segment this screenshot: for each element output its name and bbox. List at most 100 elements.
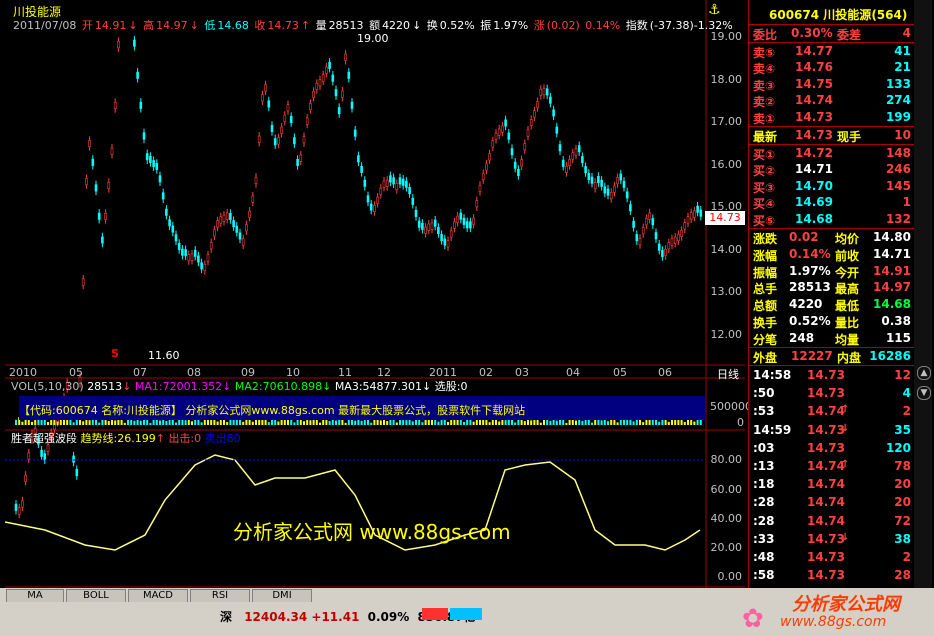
stat-row: 涨幅 0.14% 前收 14.71 <box>751 247 913 263</box>
info-chg: (0.02) <box>546 19 580 32</box>
time-axis-label: 06 <box>658 366 672 379</box>
sell-label: 卖① <box>753 111 776 126</box>
indicator-axis-label: 40.00 <box>710 512 743 525</box>
candle-body <box>296 158 299 166</box>
candle-body <box>158 175 162 183</box>
tick-time: :33 <box>753 531 775 546</box>
stat-value: 1.97% <box>789 263 831 278</box>
volume-bar <box>514 422 517 425</box>
candle-body <box>587 173 591 181</box>
candle-body <box>565 165 568 173</box>
candle-body <box>552 109 555 117</box>
candle-body <box>251 195 255 203</box>
down-arrow-icon: ↓ <box>222 380 232 393</box>
buy-order-row: 买③ 14.70 145 <box>751 179 913 195</box>
candle-body <box>638 238 642 246</box>
candle-body <box>600 179 603 187</box>
candle-body <box>629 204 632 212</box>
buy-label: 买② <box>753 164 776 179</box>
volume-bar <box>200 422 203 425</box>
volume-bar <box>56 421 59 425</box>
buy-volume: 132 <box>885 211 911 226</box>
volume-bar <box>267 422 270 425</box>
candle-body <box>219 216 223 224</box>
sell-price: 14.77 <box>795 44 833 58</box>
candle-body <box>305 117 309 125</box>
indicator-name: 胜者超强波段 <box>11 432 77 445</box>
anchor-icon[interactable]: ⚓ <box>708 2 721 18</box>
candle-body <box>152 160 155 168</box>
volume-bar <box>463 421 465 425</box>
stat-value: 0.38 <box>881 314 911 328</box>
candle-body <box>350 101 354 109</box>
buy-label: 买① <box>753 148 776 162</box>
candle-body <box>165 208 168 216</box>
candle-body <box>414 209 418 217</box>
sell-label: 卖② <box>753 95 776 110</box>
volume-bar <box>693 421 696 425</box>
candle-body <box>334 89 338 97</box>
tab-ma[interactable]: MA <box>6 589 64 603</box>
time-axis-label: 05 <box>613 366 627 379</box>
volume-bar <box>549 420 552 425</box>
buy-order-row: 买⑤ 14.68 132 <box>751 212 913 228</box>
volume-bar <box>405 420 408 425</box>
info-amp: 1.97% <box>493 19 529 32</box>
last-value: 14.73 <box>795 128 833 142</box>
stat-label: 今开 <box>835 265 860 280</box>
scrollbar[interactable]: ▲ ▼ <box>914 0 932 588</box>
tick-volume: 35 <box>894 422 911 437</box>
candle-body <box>609 192 613 200</box>
scroll-down-icon[interactable]: ▼ <box>917 386 931 400</box>
stat-label: 总额 <box>753 299 778 314</box>
vol-ma1: 72001.352 <box>162 380 223 393</box>
vol-axis-top: 500000 <box>710 400 752 413</box>
trend-label: 趋势线: <box>80 432 118 445</box>
info-close: 14.73 <box>267 19 299 32</box>
candle-body <box>593 181 597 189</box>
candle-body <box>181 248 184 256</box>
logo-name: 分析家公式网 <box>792 594 900 615</box>
info-open-label: 开 <box>81 19 93 32</box>
candle-body <box>478 184 482 192</box>
inout-row: 外盘 12227 内盘 16286 <box>751 349 913 365</box>
candle-body <box>315 83 319 91</box>
tab-macd[interactable]: MACD <box>128 589 188 603</box>
tick-price: 14.73 <box>807 550 845 564</box>
tab-rsi[interactable]: RSI <box>190 589 250 603</box>
candle-body <box>14 503 18 511</box>
volume-bar <box>437 421 440 425</box>
vol-axis-zero: 0 <box>737 416 744 429</box>
volume-bar <box>427 419 430 425</box>
tab-boll[interactable]: BOLL <box>66 589 126 603</box>
info-date: 2011/07/08 <box>13 19 77 32</box>
indicator-axis-label: 60.00 <box>710 483 743 496</box>
candle-body <box>225 212 229 220</box>
candle-body <box>494 132 498 140</box>
tick-arrow: ↑ <box>841 459 850 470</box>
volume-bar <box>226 422 229 425</box>
stat-label: 分笔 <box>753 332 778 347</box>
candle-body <box>523 143 527 151</box>
info-chg-label: 涨 <box>533 19 545 32</box>
candle-body <box>389 175 392 183</box>
indicator-axis-label: 80.00 <box>710 453 743 466</box>
stat-label: 最低 <box>835 299 860 314</box>
period-label[interactable]: 日线 <box>717 366 739 382</box>
time-axis-label: 02 <box>479 366 493 379</box>
inner-value: 16286 <box>869 349 911 363</box>
ad-text[interactable]: 【代码:600674 名称:川投能源】 分析家公式网www.88gs.com 最… <box>19 402 525 418</box>
scroll-up-icon[interactable]: ▲ <box>917 366 931 380</box>
candle-body <box>401 178 405 186</box>
candle-body <box>24 474 27 482</box>
chart-area[interactable]: 川投能源 2011/07/08 开 14.91 ↓ 高 14.97 ↓ 低 14.68 收… <box>5 0 752 588</box>
tick-price: 14.73 <box>807 422 845 437</box>
volume-bar <box>287 419 289 425</box>
tick-volume: 4 <box>902 386 911 401</box>
tick-volume: 28 <box>894 568 911 583</box>
kline-chart[interactable] <box>5 0 745 588</box>
outer-label: 外盘 <box>753 351 778 365</box>
wb-label: 委比 <box>753 28 778 42</box>
volume-bar <box>210 419 213 425</box>
tab-dmi[interactable]: DMI <box>252 589 312 603</box>
